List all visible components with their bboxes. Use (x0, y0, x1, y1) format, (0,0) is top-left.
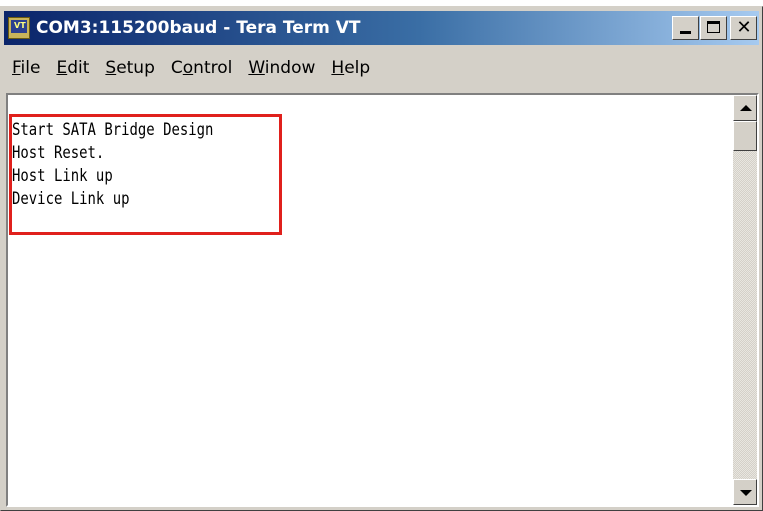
vertical-scrollbar[interactable] (733, 95, 757, 505)
caption-buttons: ✕ (671, 16, 757, 40)
menu-file[interactable]: File (4, 56, 48, 80)
scroll-thumb[interactable] (733, 121, 757, 151)
terminal-line: Host Reset. (12, 143, 105, 163)
menu-setup[interactable]: Setup (97, 56, 163, 80)
scroll-down-button[interactable] (733, 479, 757, 505)
maximize-button[interactable] (700, 16, 727, 40)
minimize-icon (680, 31, 691, 34)
close-button[interactable]: ✕ (730, 16, 757, 40)
minimize-button[interactable] (672, 16, 699, 40)
arrow-up-icon (740, 105, 752, 111)
tera-term-icon[interactable]: VT (8, 17, 30, 39)
menu-bar: File Edit Setup Control Window Help (4, 48, 759, 88)
menu-window[interactable]: Window (240, 56, 323, 80)
menu-control[interactable]: Control (163, 56, 240, 80)
terminal-lines: Start SATA Bridge Design Host Reset. Hos… (12, 119, 258, 211)
menu-edit[interactable]: Edit (48, 56, 97, 80)
scroll-up-button[interactable] (733, 95, 757, 121)
tera-term-icon-label: VT (14, 21, 26, 30)
maximize-icon (707, 21, 720, 33)
terminal-line: Device Link up (12, 189, 130, 209)
menu-help[interactable]: Help (323, 56, 378, 80)
arrow-down-icon (740, 490, 752, 496)
title-bar[interactable]: VT COM3:115200baud - Tera Term VT ✕ (4, 11, 759, 45)
terminal-frame: Start SATA Bridge Design Host Reset. Hos… (6, 93, 759, 507)
tera-term-icon-screen: VT (11, 20, 27, 33)
tera-term-window: VT COM3:115200baud - Tera Term VT ✕ File… (0, 6, 763, 511)
terminal-output[interactable]: Start SATA Bridge Design Host Reset. Hos… (8, 95, 733, 505)
terminal-line: Host Link up (12, 166, 113, 186)
terminal-line: Start SATA Bridge Design (12, 120, 214, 140)
close-icon: ✕ (736, 17, 752, 38)
window-title: COM3:115200baud - Tera Term VT (36, 18, 361, 38)
